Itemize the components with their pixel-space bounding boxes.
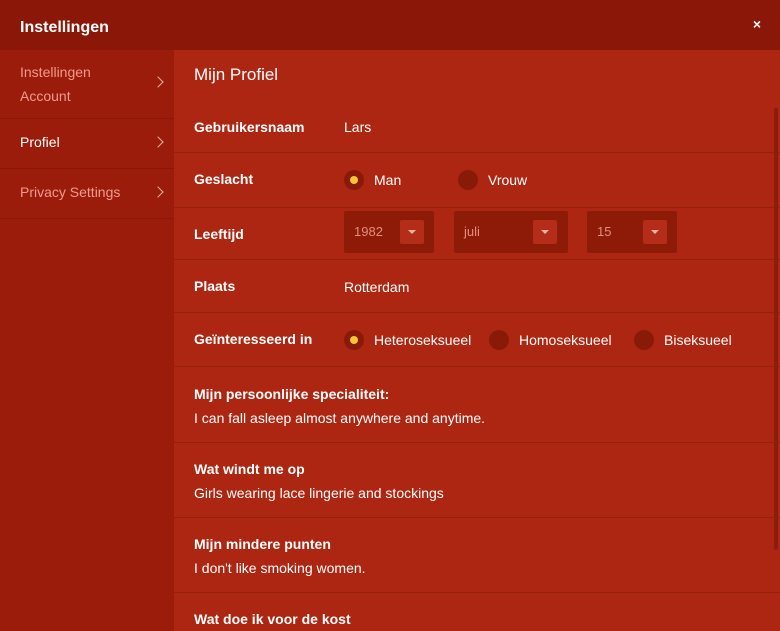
day-select[interactable]: 15 — [587, 211, 677, 253]
place-label: Plaats — [194, 278, 236, 294]
sidebar-item-label: Privacy Settings — [20, 184, 121, 200]
close-icon[interactable]: × — [753, 16, 761, 32]
year-select[interactable]: 1982 — [344, 211, 434, 253]
interest-radio-bi[interactable]: Biseksueel — [634, 330, 732, 350]
age-row: Leeftijd 1982 juli 15 — [174, 208, 780, 260]
sidebar: Instellingen Account Profiel Privacy Set… — [0, 50, 174, 631]
scrollbar[interactable] — [774, 108, 778, 550]
sidebar-item-privacy-settings[interactable]: Privacy Settings — [0, 169, 174, 219]
sidebar-item-profile[interactable]: Profiel — [0, 119, 174, 169]
field-label: Wat doe ik voor de kost — [194, 611, 351, 627]
gender-label: Geslacht — [194, 171, 254, 187]
username-value: Lars — [344, 119, 372, 135]
radio-label: Vrouw — [488, 172, 528, 188]
chevron-right-icon — [152, 186, 164, 198]
gender-row: Geslacht Man Vrouw — [174, 153, 780, 208]
radio-label: Homoseksueel — [519, 332, 612, 348]
profile-panel: Mijn Profiel Gebruikersnaam Lars Geslach… — [174, 50, 780, 631]
select-value: juli — [464, 224, 480, 239]
interested-row: Geïnteresseerd in Heteroseksueel Homosek… — [174, 313, 780, 367]
sidebar-item-label: Profiel — [20, 134, 60, 150]
gender-radio-man[interactable]: Man — [344, 170, 401, 190]
interest-radio-homo[interactable]: Homoseksueel — [489, 330, 612, 350]
place-value: Rotterdam — [344, 279, 410, 295]
gender-radio-vrouw[interactable]: Vrouw — [458, 170, 527, 190]
radio-label: Heteroseksueel — [374, 332, 472, 348]
chevron-down-icon[interactable] — [533, 220, 557, 244]
username-label: Gebruikersnaam — [194, 119, 305, 135]
month-select[interactable]: juli — [454, 211, 568, 253]
radio-dot-icon — [344, 170, 364, 190]
field-value: Girls wearing lace lingerie and stocking… — [194, 485, 444, 501]
radio-dot-icon — [489, 330, 509, 350]
sidebar-item-label: Instellingen Account — [20, 64, 91, 104]
page-title: Mijn Profiel — [194, 65, 279, 84]
radio-dot-icon — [344, 330, 364, 350]
select-value: 1982 — [354, 224, 383, 239]
sidebar-item-account-settings[interactable]: Instellingen Account — [0, 50, 174, 119]
title-bar: Instellingen × — [0, 0, 780, 50]
specialty-row: Mijn persoonlijke specialiteit: I can fa… — [174, 367, 780, 443]
radio-label: Biseksueel — [664, 332, 732, 348]
chevron-right-icon — [152, 76, 164, 88]
turn-ons-row: Wat windt me op Girls wearing lace linge… — [174, 443, 780, 518]
place-row: Plaats Rotterdam — [174, 260, 780, 313]
field-label: Wat windt me op — [194, 461, 305, 477]
radio-dot-icon — [458, 170, 478, 190]
age-label: Leeftijd — [194, 226, 244, 242]
field-value: I don't like smoking women. — [194, 560, 366, 576]
chevron-down-icon[interactable] — [400, 220, 424, 244]
weak-points-row: Mijn mindere punten I don't like smoking… — [174, 518, 780, 593]
interested-label: Geïnteresseerd in — [194, 331, 313, 347]
field-value: I can fall asleep almost anywhere and an… — [194, 410, 486, 426]
occupation-row: Wat doe ik voor de kost — [174, 593, 780, 631]
select-value: 15 — [597, 224, 612, 239]
chevron-right-icon — [152, 136, 164, 148]
username-row: Gebruikersnaam Lars — [174, 102, 780, 153]
radio-dot-icon — [634, 330, 654, 350]
radio-label: Man — [374, 172, 402, 188]
chevron-down-icon[interactable] — [643, 220, 667, 244]
window-title: Instellingen — [20, 19, 109, 36]
field-label: Mijn mindere punten — [194, 536, 331, 552]
field-label: Mijn persoonlijke specialiteit: — [194, 386, 390, 402]
interest-radio-hetero[interactable]: Heteroseksueel — [344, 330, 471, 350]
